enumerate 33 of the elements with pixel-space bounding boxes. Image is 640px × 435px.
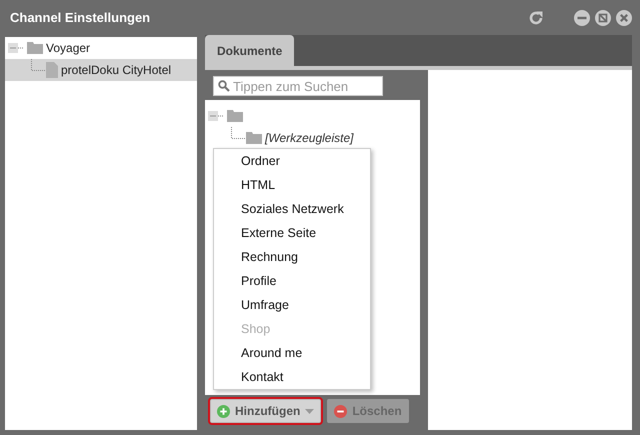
tree-item[interactable]: Voyager xyxy=(46,41,90,55)
tree-connector-icon xyxy=(231,127,245,139)
window-title: Channel Einstellungen xyxy=(9,10,152,25)
caret-icon xyxy=(305,408,314,414)
collapse-icon[interactable] xyxy=(8,42,26,54)
tree-item[interactable]: protelDoku CityHotel xyxy=(61,63,172,77)
menu-item[interactable]: Umfrage xyxy=(214,293,370,317)
tab[interactable]: Dokumente xyxy=(205,35,294,66)
restore-icon[interactable] xyxy=(595,10,611,26)
refresh-icon[interactable] xyxy=(527,8,545,26)
folder-icon xyxy=(246,132,262,144)
folder-icon xyxy=(227,110,243,122)
plus-icon xyxy=(217,404,230,418)
tree-item[interactable]: [Werkzeugleiste] xyxy=(265,131,354,145)
menu-item[interactable]: Rechnung xyxy=(214,245,370,269)
minus-icon xyxy=(334,404,348,418)
menu-item[interactable]: Profile xyxy=(214,269,370,293)
document-icon xyxy=(46,62,58,78)
minimize-icon[interactable] xyxy=(574,10,590,26)
menu-item[interactable]: Ordner xyxy=(214,149,370,173)
add-button[interactable]: Hinzufügen xyxy=(210,399,322,423)
menu-item[interactable]: Soziales Netzwerk xyxy=(214,197,370,221)
close-icon[interactable] xyxy=(616,10,632,26)
tree-connector-icon xyxy=(31,59,45,71)
search-icon xyxy=(218,80,230,92)
menu-item[interactable]: Externe Seite xyxy=(214,221,370,245)
collapse-icon[interactable] xyxy=(208,110,226,122)
menu-item[interactable]: Around me xyxy=(214,341,370,365)
folder-icon xyxy=(27,42,43,54)
tree-row[interactable]: protelDoku CityHotel xyxy=(5,59,197,81)
search-field[interactable]: Tippen zum Suchen xyxy=(213,76,383,96)
menu-item[interactable]: HTML xyxy=(214,173,370,197)
menu-item[interactable]: Kontakt xyxy=(214,365,370,389)
